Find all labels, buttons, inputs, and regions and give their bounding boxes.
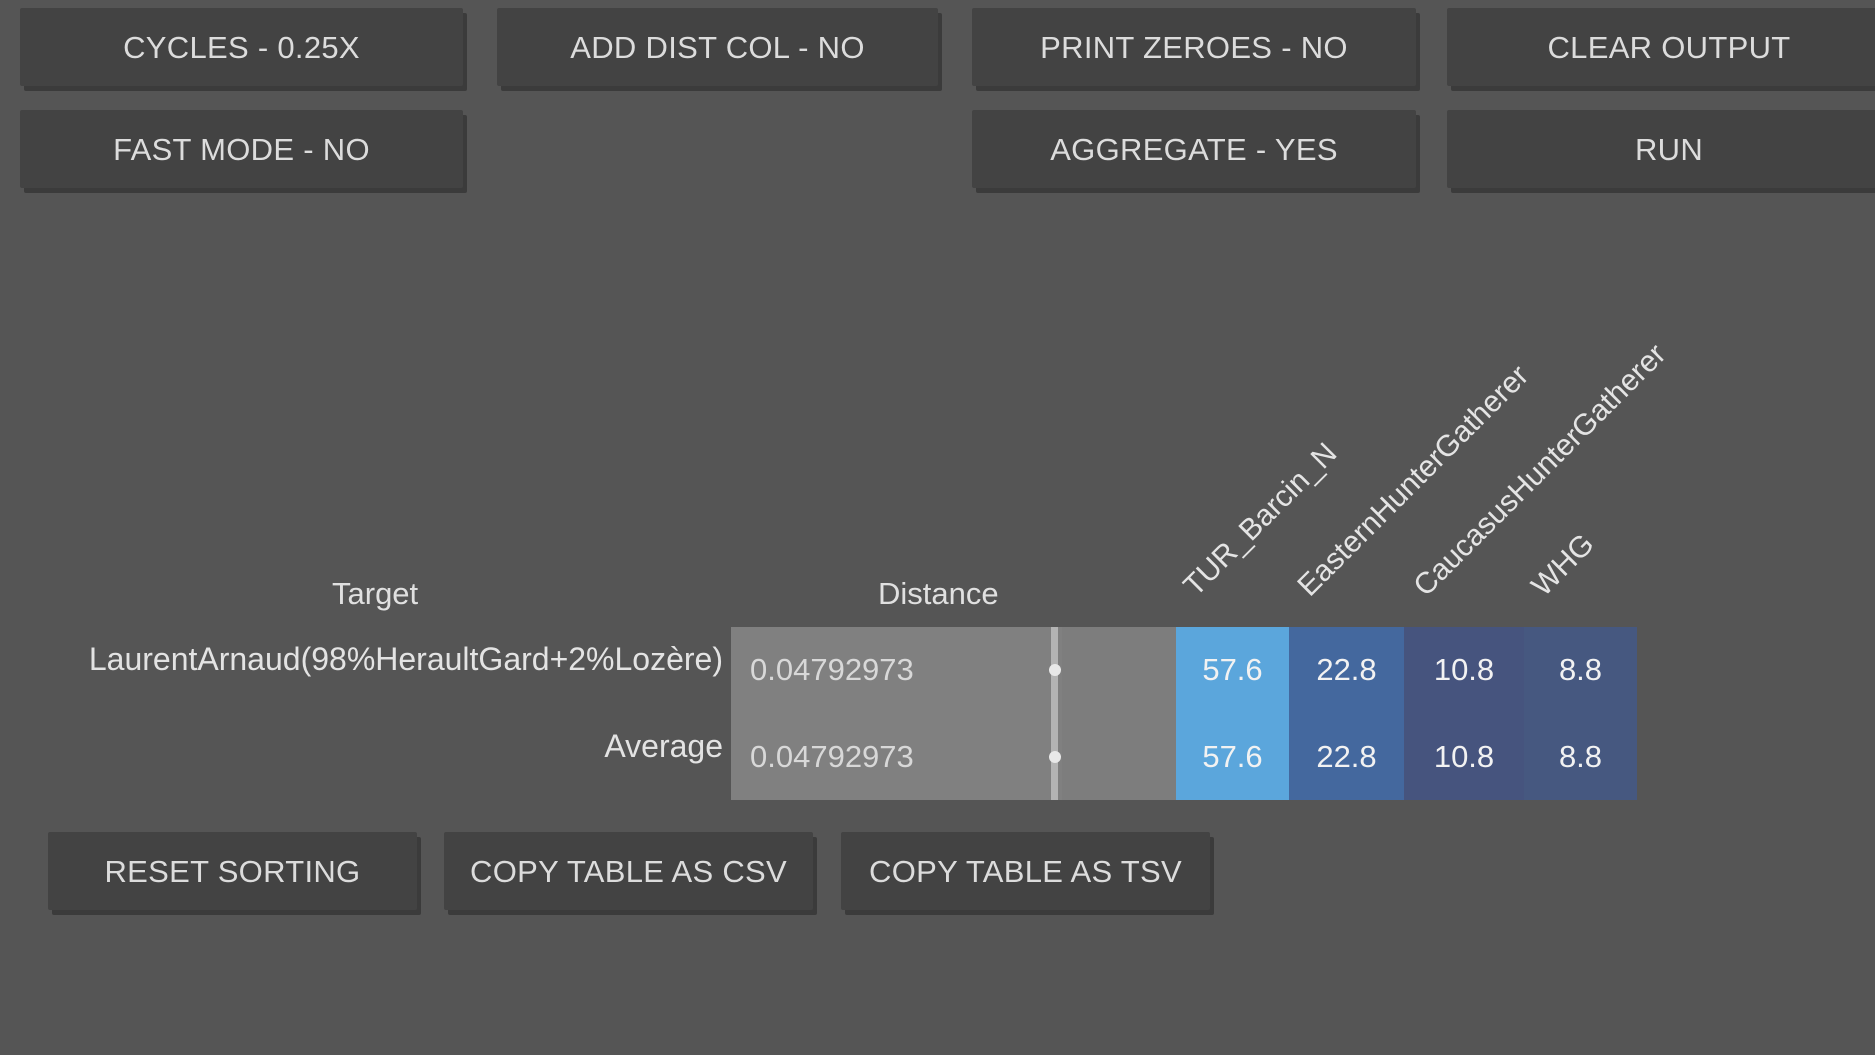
add-dist-col-button-label: ADD DIST COL - NO [570, 29, 865, 65]
table-cell-value: 57.6 [1176, 713, 1289, 800]
column-header-target[interactable]: Target [332, 578, 418, 609]
fast-mode-button-label: FAST MODE - NO [113, 131, 370, 167]
add-dist-col-button[interactable]: ADD DIST COL - NO [497, 8, 938, 86]
table-cell-spacer [1062, 713, 1176, 800]
cycles-button[interactable]: CYCLES - 0.25X [20, 8, 463, 86]
table-cell-value: 10.8 [1404, 713, 1524, 800]
table-cell-distance-bar [1046, 713, 1062, 800]
clear-output-button[interactable]: CLEAR OUTPUT [1447, 8, 1875, 86]
table-row-label: LaurentArnaud(98%HeraultGard+2%Lozère) [88, 641, 723, 677]
table-cell-value: 22.8 [1289, 627, 1404, 714]
table-cell-value: 22.8 [1289, 713, 1404, 800]
fast-mode-button[interactable]: FAST MODE - NO [20, 110, 463, 188]
aggregate-button[interactable]: AGGREGATE - YES [972, 110, 1416, 188]
copy-tsv-button-label: COPY TABLE AS TSV [869, 853, 1182, 889]
aggregate-button-label: AGGREGATE - YES [1050, 131, 1338, 167]
print-zeroes-button[interactable]: PRINT ZEROES - NO [972, 8, 1416, 86]
table-cell-distance: 0.04792973 [731, 713, 1046, 800]
copy-tsv-button[interactable]: COPY TABLE AS TSV [841, 832, 1210, 910]
print-zeroes-button-label: PRINT ZEROES - NO [1040, 29, 1348, 65]
table-cell-value: 8.8 [1524, 627, 1637, 714]
table-cell-spacer [1062, 627, 1176, 714]
copy-csv-button-label: COPY TABLE AS CSV [470, 853, 787, 889]
distance-bar-dot [1049, 664, 1061, 677]
results-table-grid: 0.04792973 57.6 22.8 10.8 8.8 0.04792973… [731, 627, 1637, 800]
column-header-eastern-hunter-gatherer[interactable]: EasternHunterGatherer [1291, 359, 1535, 603]
run-button-label: RUN [1634, 131, 1704, 167]
table-cell-value: 10.8 [1404, 627, 1524, 714]
column-header-whg[interactable]: WHG [1525, 528, 1600, 603]
cycles-button-label: CYCLES - 0.25X [123, 29, 360, 65]
run-button[interactable]: RUN [1447, 110, 1875, 188]
table-cell-value: 8.8 [1524, 713, 1637, 800]
clear-output-button-label: CLEAR OUTPUT [1547, 29, 1791, 65]
table-cell-distance: 0.04792973 [731, 627, 1046, 714]
distance-bar-dot [1049, 750, 1061, 763]
table-row-label: Average [604, 728, 723, 764]
reset-sorting-button-label: RESET SORTING [104, 853, 361, 889]
copy-csv-button[interactable]: COPY TABLE AS CSV [444, 832, 813, 910]
table-cell-distance-bar [1046, 627, 1062, 714]
results-table: 0.04792973 57.6 22.8 10.8 8.8 0.04792973… [731, 627, 1637, 800]
reset-sorting-button[interactable]: RESET SORTING [48, 832, 417, 910]
column-header-distance[interactable]: Distance [878, 578, 999, 609]
table-cell-value: 57.6 [1176, 627, 1289, 714]
